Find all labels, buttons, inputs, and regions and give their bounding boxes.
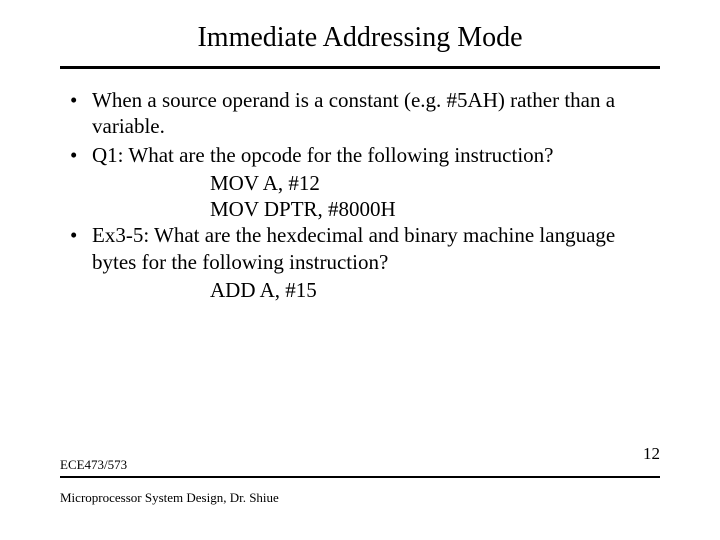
footer: ECE473/573 Microprocessor System Design,… bbox=[60, 441, 660, 522]
bullet-text: When a source operand is a constant (e.g… bbox=[92, 87, 650, 140]
footer-left: ECE473/573 Microprocessor System Design,… bbox=[60, 441, 279, 522]
bullet-item: • Ex3-5: What are the hexdecimal and bin… bbox=[70, 222, 650, 275]
footer-subtitle: Microprocessor System Design, Dr. Shiue bbox=[60, 490, 279, 506]
footer-course: ECE473/573 bbox=[60, 457, 279, 473]
slide-title: Immediate Addressing Mode bbox=[0, 0, 720, 62]
bullet-text: Q1: What are the opcode for the followin… bbox=[92, 142, 650, 168]
bullet-item: • When a source operand is a constant (e… bbox=[70, 87, 650, 140]
code-line: ADD A, #15 bbox=[70, 277, 650, 303]
bullet-dot: • bbox=[70, 222, 92, 275]
footer-page: 12 bbox=[643, 441, 660, 464]
bullet-dot: • bbox=[70, 87, 92, 140]
bullet-text: Ex3-5: What are the hexdecimal and binar… bbox=[92, 222, 650, 275]
bullet-dot: • bbox=[70, 142, 92, 168]
code-line: MOV DPTR, #8000H bbox=[70, 196, 650, 222]
code-line: MOV A, #12 bbox=[70, 170, 650, 196]
slide: Immediate Addressing Mode • When a sourc… bbox=[0, 0, 720, 540]
bullet-item: • Q1: What are the opcode for the follow… bbox=[70, 142, 650, 168]
content-area: • When a source operand is a constant (e… bbox=[0, 69, 720, 303]
